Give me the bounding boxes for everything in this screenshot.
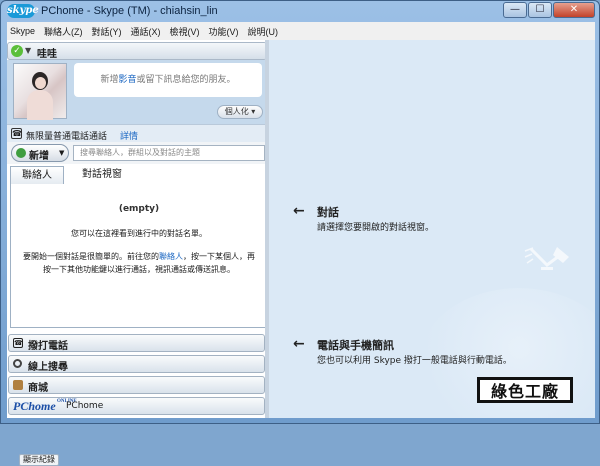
conversation-list: (empty) 您可以在這裡看到進行中的對話名單。 要開始一個對話是很簡單的。前… — [10, 184, 266, 466]
shop-bar[interactable]: 商城 — [8, 376, 265, 394]
profile-bar[interactable]: ✓ ▼ 哇哇 — [7, 42, 267, 60]
conversation-hint-title: 對話 — [317, 206, 339, 219]
window-controls: — ☐ ✕ — [503, 2, 595, 18]
menu-bar: Skype 聯絡人(Z) 對話(Y) 通話(X) 檢視(V) 功能(V) 說明(… — [7, 22, 595, 40]
phone-icon: ☎ — [13, 338, 23, 348]
client-area: ✓ ▼ 哇哇 新增影音或留下訊息給您的朋友。 個人化 ▾ ☎ 無限量普通電話通話… — [7, 40, 595, 466]
maximize-button[interactable]: ☐ — [528, 2, 552, 18]
title-bar[interactable]: skype PChome - Skype (TM) - chiahsin_lin… — [1, 1, 599, 22]
arrow-left-icon: ← — [293, 203, 305, 219]
call-offer-bar: ☎ 無限量普通電話通話 詳情 — [7, 124, 267, 142]
avatar-body — [27, 90, 53, 120]
close-button[interactable]: ✕ — [553, 2, 595, 18]
instructions-before: 要開始一個對話是很簡單的。前往您的 — [23, 252, 159, 261]
online-search-label: 線上搜尋 — [28, 362, 68, 373]
profile-area: 新增影音或留下訊息給您的朋友。 個人化 ▾ — [7, 60, 267, 124]
phone-sms-hint-desc: 您也可以利用 Skype 撥打一般電話與行動電話。 — [317, 356, 512, 366]
phone-sms-hint-title: 電話與手機簡訊 — [317, 339, 394, 352]
right-panel: ← 對話 請選擇您要開啟的對話視窗。 ← 電話與手機簡訊 您也可以利用 Skyp… — [269, 40, 595, 418]
pchome-bar[interactable]: PChome ONLINE PChome — [8, 397, 265, 415]
menu-contacts[interactable]: 聯絡人(Z) — [44, 25, 83, 38]
window-title: PChome - Skype (TM) - chiahsin_lin — [41, 5, 218, 17]
avatar[interactable] — [13, 63, 67, 120]
details-link[interactable]: 詳情 — [120, 129, 138, 142]
personalize-label: 個人化 — [224, 107, 249, 116]
add-search-row: 新增 ▼ 搜尋聯絡人，群組以及對話的主題 — [7, 142, 267, 164]
online-status-icon[interactable]: ✓ — [11, 45, 23, 57]
mood-text-before: 新增 — [100, 75, 119, 85]
menu-call[interactable]: 通話(X) — [131, 25, 161, 38]
menu-help[interactable]: 說明(U) — [248, 25, 279, 38]
search-icon — [13, 359, 22, 368]
pchome-label: PChome — [66, 401, 104, 411]
menu-skype[interactable]: Skype — [10, 26, 35, 36]
online-search-bar[interactable]: 線上搜尋 — [8, 355, 265, 373]
shopping-bag-icon — [13, 380, 23, 390]
lamp-illustration — [524, 247, 569, 270]
empty-label: (empty) — [118, 204, 160, 214]
call-phones-bar[interactable]: ☎ 撥打電話 — [8, 334, 265, 352]
conversation-hint-desc: 請選擇您要開啟的對話視窗。 — [317, 223, 435, 233]
mood-text-after: 或留下訊息給您的朋友。 — [136, 75, 236, 85]
tab-contacts[interactable]: 聯絡人 — [10, 166, 64, 184]
tab-bar: 聯絡人 對話視窗 — [7, 166, 267, 184]
skype-window: skype PChome - Skype (TM) - chiahsin_lin… — [0, 0, 600, 466]
arrow-left-icon: ← — [293, 336, 305, 352]
add-contact-button[interactable]: 新增 ▼ — [11, 144, 69, 162]
call-phones-label: 撥打電話 — [28, 341, 68, 352]
menu-conversation[interactable]: 對話(Y) — [92, 25, 122, 38]
tab-conversations[interactable]: 對話視窗 — [67, 166, 137, 184]
skype-logo: skype — [7, 4, 39, 18]
mood-video-link[interactable]: 影音 — [118, 75, 136, 85]
chevron-down-icon[interactable]: ▼ — [25, 46, 31, 55]
show-log-button[interactable]: 顯示紀錄 — [19, 454, 59, 466]
stamp-text: 綠色工廠 — [490, 382, 559, 401]
left-panel: ✓ ▼ 哇哇 新增影音或留下訊息給您的朋友。 個人化 ▾ ☎ 無限量普通電話通話… — [7, 40, 267, 466]
list-hint-text: 您可以在這裡看到進行中的對話名單。 — [71, 229, 207, 238]
profile-name: 哇哇 — [37, 49, 57, 60]
mood-message-box[interactable]: 新增影音或留下訊息給您的朋友。 — [74, 63, 262, 97]
menu-tools[interactable]: 功能(V) — [209, 25, 239, 38]
list-instructions: 要開始一個對話是很簡單的。前往您的聯絡人，按一下某個人，再按一下其他功能鍵以進行… — [21, 250, 257, 276]
watermark-stamp: 綠色工廠 — [477, 377, 573, 403]
contacts-link[interactable]: 聯絡人 — [159, 252, 183, 261]
pchome-logo: PChome ONLINE — [13, 399, 77, 414]
call-offer-text: 無限量普通電話通話 — [26, 132, 108, 142]
minimize-button[interactable]: — — [503, 2, 527, 18]
add-label: 新增 — [29, 151, 49, 162]
avatar-face — [35, 77, 46, 89]
search-input[interactable]: 搜尋聯絡人，群組以及對話的主題 — [73, 145, 265, 161]
shop-label: 商城 — [28, 383, 48, 394]
menu-view[interactable]: 檢視(V) — [170, 25, 200, 38]
personalize-button[interactable]: 個人化 ▾ — [217, 105, 263, 119]
pchome-logo-text: PChome — [13, 399, 56, 413]
add-user-icon — [16, 148, 26, 158]
chevron-down-icon: ▼ — [59, 149, 65, 157]
phone-icon: ☎ — [11, 128, 22, 139]
